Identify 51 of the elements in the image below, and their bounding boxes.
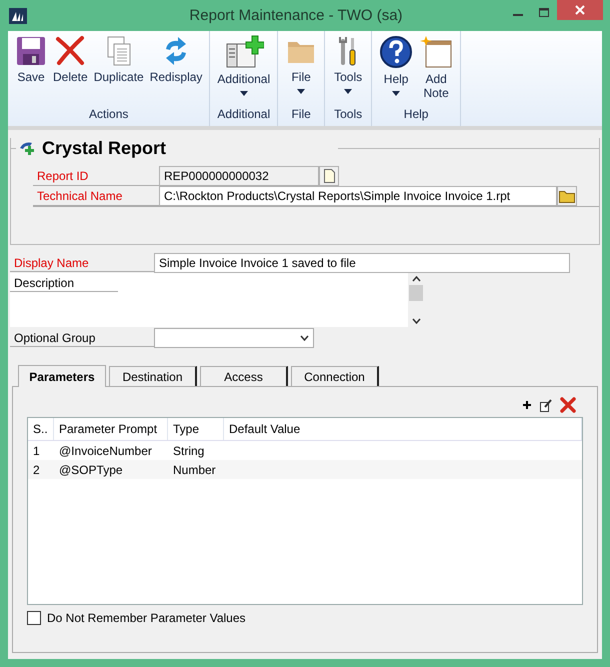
checkbox-label: Do Not Remember Parameter Values (47, 611, 246, 625)
tab[interactable]: Parameters (18, 365, 106, 387)
column-header[interactable]: Parameter Prompt (54, 418, 168, 440)
table-cell-text: 1 (32, 443, 41, 460)
close-icon[interactable] (557, 0, 603, 20)
table-cell-text: @SOPType (58, 462, 124, 479)
scroll-down-icon[interactable] (412, 318, 420, 324)
column-header[interactable]: Default Value (224, 418, 582, 440)
ribbon-button[interactable]: Add Note (416, 31, 456, 100)
group-label: Additional (216, 107, 272, 123)
chevron-down-icon[interactable] (300, 335, 309, 341)
ribbon-button[interactable]: Tools (329, 31, 368, 94)
table-cell-text: @InvoiceNumber (58, 443, 153, 460)
tab[interactable]: Destination (109, 366, 197, 386)
input-field[interactable]: Simple Invoice Invoice 1 saved to file (154, 253, 570, 273)
field-label: Description (10, 273, 118, 292)
input-field[interactable]: C:\Rockton Products\Crystal Reports\Simple Invoice Invoice 1.rpt (159, 186, 557, 206)
help-icon (379, 35, 414, 69)
delete-icon[interactable] (559, 396, 577, 414)
group-label: Actions (88, 107, 130, 123)
tab[interactable]: Connection (291, 366, 379, 386)
column-header[interactable]: S.. (28, 418, 54, 440)
browse-button[interactable] (557, 186, 577, 206)
ribbon-button[interactable]: File (282, 31, 320, 94)
folder-icon (559, 190, 575, 202)
ribbon-button[interactable]: Save (12, 31, 50, 84)
delete-icon (54, 35, 86, 67)
group-label: Tools (333, 107, 364, 123)
ribbon-button[interactable]: Additional (214, 31, 274, 96)
note-icon (419, 35, 454, 69)
note-button[interactable] (319, 166, 339, 186)
add-icon[interactable] (521, 399, 533, 411)
column-header[interactable]: Type (168, 418, 224, 440)
scroll-up-icon[interactable] (412, 276, 420, 282)
group-label: Help (402, 107, 430, 123)
tab[interactable]: Access (200, 366, 288, 386)
table-cell-text: 2 (32, 462, 41, 479)
section-title: Crystal Report (42, 138, 166, 158)
app-icon (9, 8, 27, 24)
ribbon-button[interactable]: Help (376, 31, 416, 96)
table-cell-text: Number (172, 462, 217, 479)
checkbox[interactable] (27, 611, 41, 625)
ribbon-button[interactable]: Delete (50, 31, 91, 84)
edit-icon[interactable] (539, 398, 553, 412)
page-icon (324, 169, 334, 183)
input-field[interactable]: REP000000000032 (159, 166, 319, 186)
table-cell-text: String (172, 443, 206, 460)
window-title: Report Maintenance - TWO (sa) (188, 7, 404, 24)
group-label: File (290, 107, 312, 123)
ribbon-button[interactable]: Redisplay (146, 31, 206, 84)
ribbon-button[interactable]: Duplicate (90, 31, 147, 84)
